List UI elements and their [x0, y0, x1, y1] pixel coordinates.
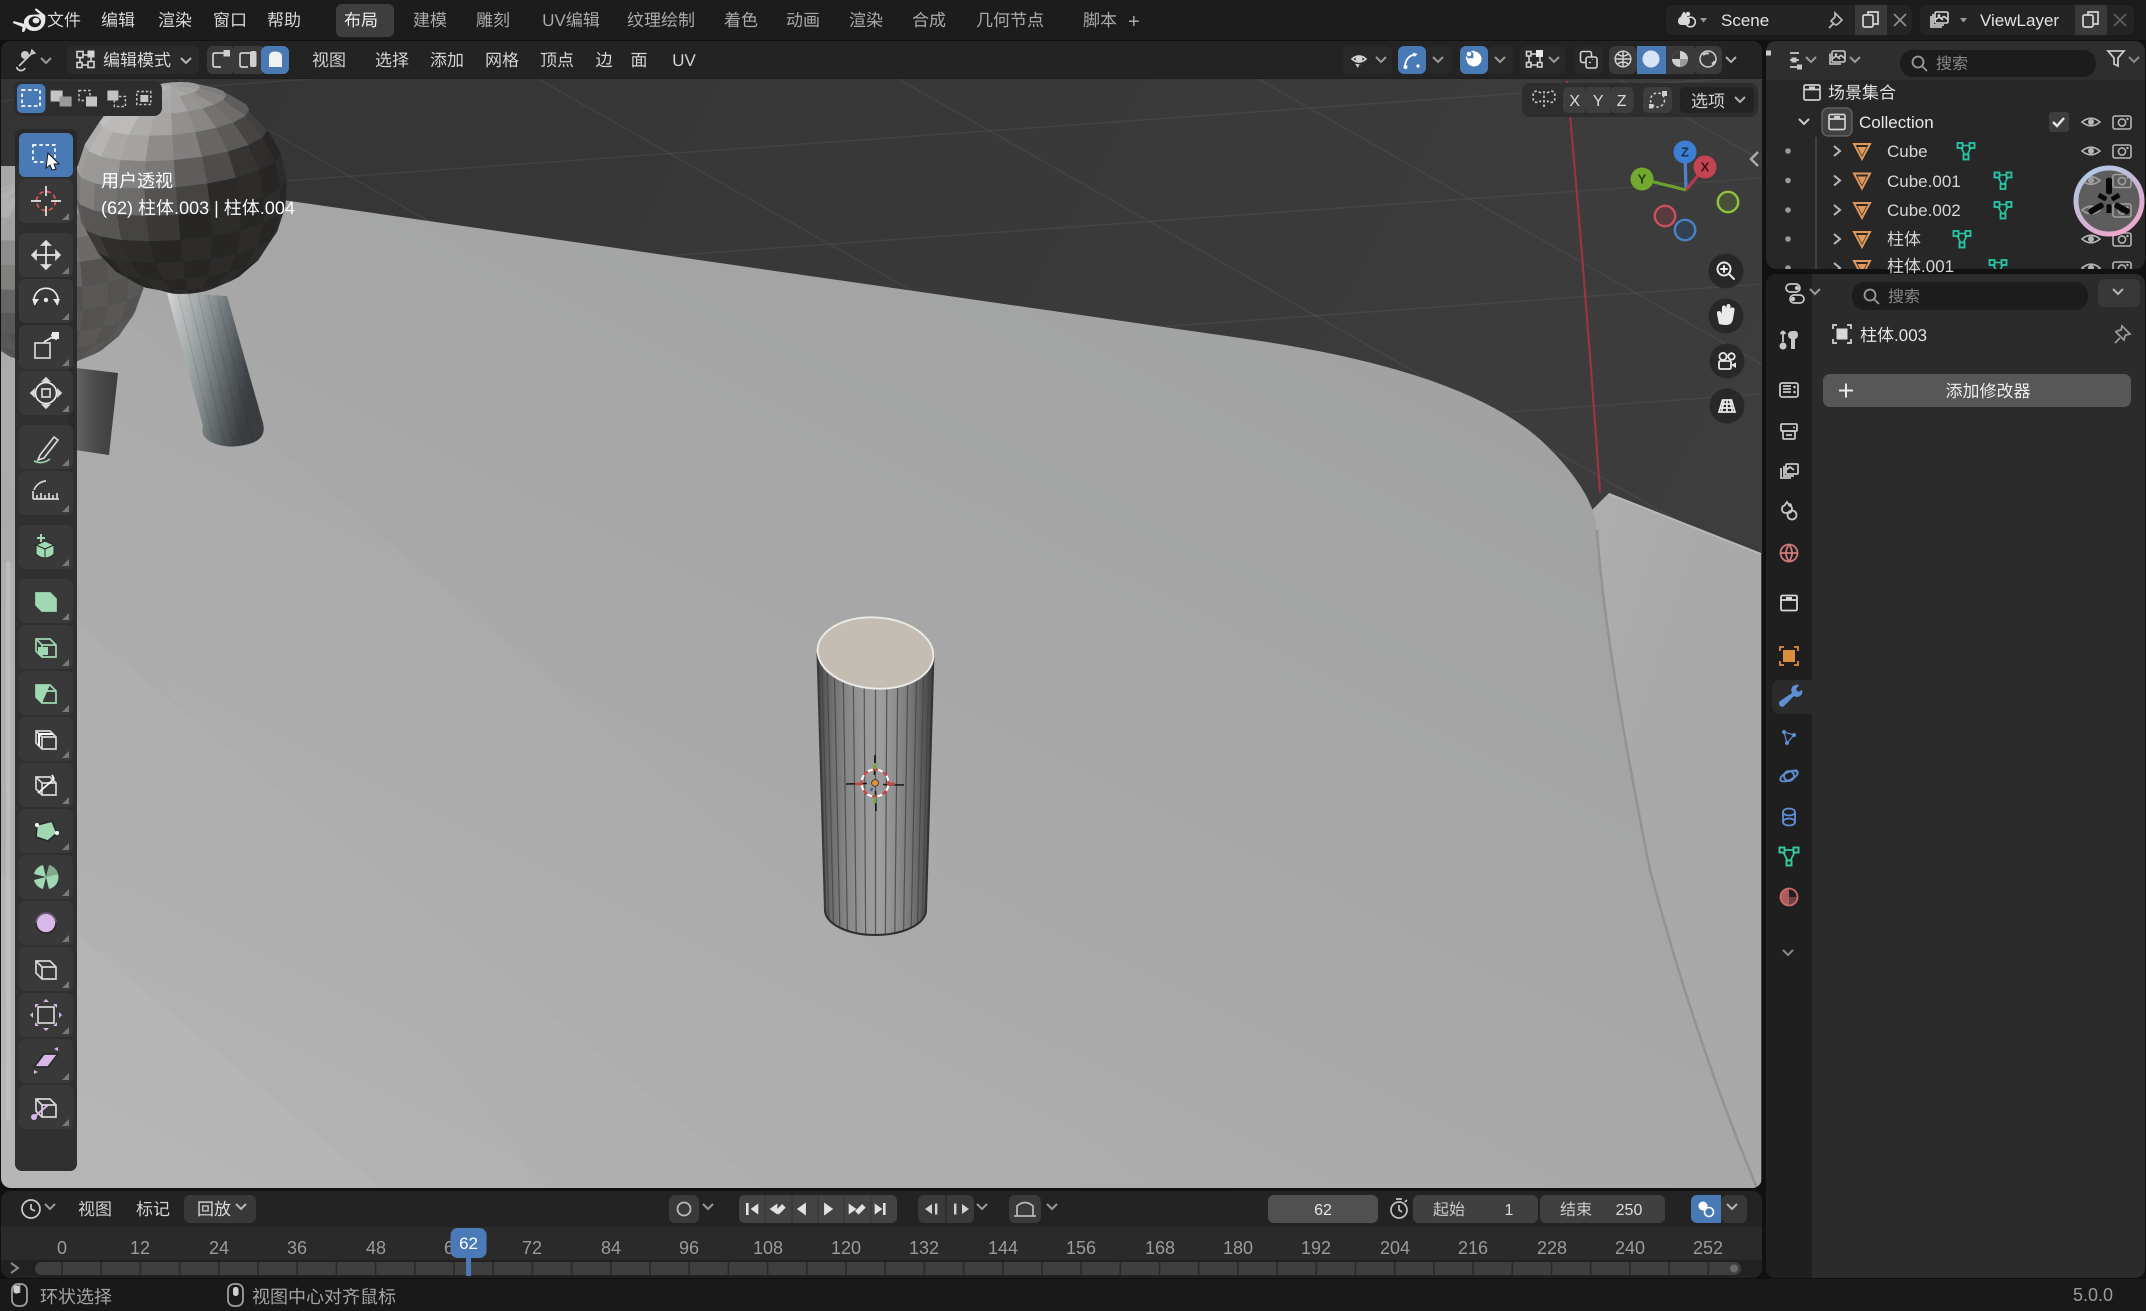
svg-text:X: X: [1701, 160, 1710, 175]
svg-text:252: 252: [1693, 1238, 1723, 1258]
svg-text:72: 72: [522, 1238, 542, 1258]
svg-text:250: 250: [1616, 1202, 1643, 1219]
svg-text:204: 204: [1380, 1238, 1410, 1258]
svg-text:36: 36: [287, 1238, 307, 1258]
svg-text:X: X: [1569, 93, 1580, 110]
svg-text:12: 12: [130, 1238, 150, 1258]
svg-text:168: 168: [1145, 1238, 1175, 1258]
svg-text:48: 48: [366, 1238, 386, 1258]
svg-text:180: 180: [1223, 1238, 1253, 1258]
svg-text:24: 24: [209, 1238, 229, 1258]
svg-text:96: 96: [679, 1238, 699, 1258]
svg-text:84: 84: [601, 1238, 621, 1258]
svg-text:144: 144: [988, 1238, 1018, 1258]
svg-text:Z: Z: [1617, 93, 1627, 110]
svg-text:228: 228: [1537, 1238, 1567, 1258]
svg-text:240: 240: [1615, 1238, 1645, 1258]
svg-text:1: 1: [1505, 1202, 1514, 1219]
svg-text:120: 120: [831, 1238, 861, 1258]
svg-text:62: 62: [459, 1234, 478, 1253]
svg-text:108: 108: [753, 1238, 783, 1258]
svg-text:Y: Y: [1593, 93, 1604, 110]
svg-text:156: 156: [1066, 1238, 1096, 1258]
svg-text:Z: Z: [1681, 145, 1689, 160]
svg-text:192: 192: [1301, 1238, 1331, 1258]
svg-text:216: 216: [1458, 1238, 1488, 1258]
svg-text:0: 0: [57, 1238, 67, 1258]
svg-text:132: 132: [909, 1238, 939, 1258]
svg-text:Y: Y: [1638, 172, 1647, 187]
svg-text:62: 62: [1314, 1202, 1332, 1219]
